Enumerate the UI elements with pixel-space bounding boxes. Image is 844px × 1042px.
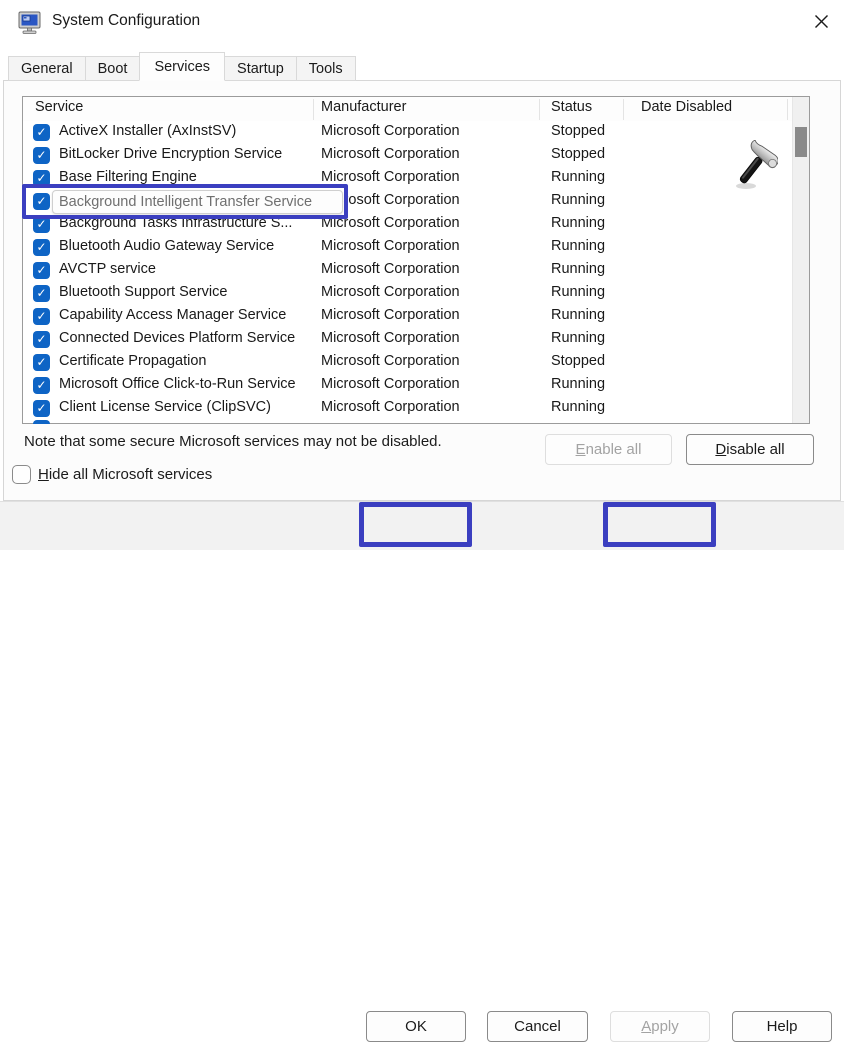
service-name: Connected Devices Platform Service xyxy=(59,330,295,346)
close-x-icon xyxy=(814,14,829,32)
service-manufacturer: Microsoft Corporation xyxy=(321,399,460,415)
tab-general[interactable]: General xyxy=(8,56,86,81)
service-manufacturer: Microsoft Corporation xyxy=(321,376,460,392)
service-name: AVCTP service xyxy=(59,261,156,277)
service-manufacturer: Microsoft Corporation xyxy=(321,307,460,323)
service-row[interactable]: ✓ Capability Access Manager Service Micros… xyxy=(23,305,792,328)
checkbox-box[interactable] xyxy=(12,465,31,484)
title-bar: System Configuration xyxy=(0,0,844,46)
scrollbar-thumb[interactable] xyxy=(795,127,807,157)
disable-all-label: D xyxy=(715,441,726,458)
service-checkbox[interactable]: ✓ xyxy=(33,331,50,348)
tab-services[interactable]: Services xyxy=(139,52,225,81)
service-status: Running xyxy=(551,192,605,208)
hammer-cursor-icon xyxy=(730,140,778,196)
service-status: Running xyxy=(551,330,605,346)
tab-startup[interactable]: Startup xyxy=(224,56,297,81)
service-checkbox[interactable]: ✓ xyxy=(33,377,50,394)
service-status: Stopped xyxy=(551,353,605,369)
service-name-tooltip: Background Intelligent Transfer Service xyxy=(52,190,343,214)
service-checkbox[interactable]: ✓ xyxy=(33,308,50,325)
button-footer: OK Cancel Apply Help xyxy=(0,501,844,550)
service-name: Bluetooth Audio Gateway Service xyxy=(59,238,274,254)
note-text: Note that some secure Microsoft services… xyxy=(24,433,442,450)
close-button[interactable] xyxy=(806,8,836,38)
disable-all-label-rest: isable all xyxy=(726,441,784,458)
service-status: Running xyxy=(551,376,605,392)
service-row[interactable]: ✓ BitLocker Drive Encryption Service Micro… xyxy=(23,144,792,167)
msconfig-app-icon xyxy=(16,9,44,37)
service-manufacturer: Microsoft Corporation xyxy=(321,146,460,162)
service-status: Stopped xyxy=(551,146,605,162)
enable-all-label: E xyxy=(576,441,586,458)
service-status: Running xyxy=(551,261,605,277)
service-row[interactable]: ✓ Background Tasks Infrastructure S... Mic… xyxy=(23,213,792,236)
service-manufacturer: Microsoft Corporation xyxy=(321,330,460,346)
service-status: Running xyxy=(551,169,605,185)
service-row[interactable]: ✓ Connected Devices Platform Service Micro… xyxy=(23,328,792,351)
service-row[interactable]: ✓ AVCTP service Microsoft Corporation Runni… xyxy=(23,259,792,282)
service-status: Running xyxy=(551,284,605,300)
service-checkbox[interactable]: ✓ xyxy=(33,262,50,279)
service-manufacturer: Microsoft Corporation xyxy=(321,169,460,185)
service-row[interactable]: ✓ Microsoft Office Click-to-Run Service Mi… xyxy=(23,374,792,397)
service-status: Running xyxy=(551,307,605,323)
enable-all-button[interactable]: Enable all xyxy=(545,434,672,465)
service-name: Background Tasks Infrastructure S... xyxy=(59,215,292,231)
list-body: ✓ ActiveX Installer (AxInstSV) Microsoft C… xyxy=(23,97,792,423)
service-manufacturer: Microsoft Corporation xyxy=(321,353,460,369)
service-checkbox[interactable]: ✓ xyxy=(33,147,50,164)
service-row[interactable]: ✓ Bluetooth Audio Gateway Service Microsof… xyxy=(23,236,792,259)
service-row[interactable]: ✓ Base Filtering Engine Microsoft Corporat… xyxy=(23,167,792,190)
service-status: Running xyxy=(551,399,605,415)
service-row[interactable]: ✓ Bluetooth Support Service Microsoft Corp… xyxy=(23,282,792,305)
service-manufacturer: Microsoft Corporation xyxy=(321,261,460,277)
hide-checkbox-label: Hide all Microsoft services xyxy=(38,466,212,483)
ok-button[interactable]: OK xyxy=(366,1011,466,1042)
window-title: System Configuration xyxy=(52,12,200,30)
service-name: Client License Service (ClipSVC) xyxy=(59,399,271,415)
service-status: Running xyxy=(551,215,605,231)
service-manufacturer: Microsoft Corporation xyxy=(321,238,460,254)
service-row[interactable]: ✓ Certificate Propagation Microsoft Corpor… xyxy=(23,351,792,374)
service-status: Running xyxy=(551,238,605,254)
tab-tools[interactable]: Tools xyxy=(296,56,356,81)
service-name: Base Filtering Engine xyxy=(59,169,197,185)
service-name: Microsoft Office Click-to-Run Service xyxy=(59,376,296,392)
services-list: ServiceManufacturerStatusDate Disabled ✓… xyxy=(22,96,810,424)
service-checkbox[interactable]: ✓ xyxy=(33,216,50,233)
partial-row-checkbox xyxy=(33,420,50,424)
service-row[interactable]: ✓ Client License Service (ClipSVC) Microso… xyxy=(23,397,792,420)
apply-label-rest: pply xyxy=(651,1018,679,1035)
apply-button[interactable]: Apply xyxy=(610,1011,710,1042)
service-manufacturer: Microsoft Corporation xyxy=(321,215,460,231)
service-row[interactable]: ✓ ActiveX Installer (AxInstSV) Microsoft C… xyxy=(23,121,792,144)
service-checkbox[interactable]: ✓ xyxy=(33,239,50,256)
service-name: Certificate Propagation xyxy=(59,353,207,369)
enable-all-label-rest: nable all xyxy=(586,441,642,458)
service-manufacturer: Microsoft Corporation xyxy=(321,284,460,300)
service-name: BitLocker Drive Encryption Service xyxy=(59,146,282,162)
service-name: Bluetooth Support Service xyxy=(59,284,227,300)
disable-all-button[interactable]: Disable all xyxy=(686,434,814,465)
apply-label: A xyxy=(641,1018,651,1035)
service-status: Stopped xyxy=(551,123,605,139)
service-name: Capability Access Manager Service xyxy=(59,307,286,323)
vertical-scrollbar[interactable] xyxy=(792,97,809,423)
service-checkbox[interactable]: ✓ xyxy=(33,170,50,187)
hide-microsoft-services-checkbox[interactable]: Hide all Microsoft services xyxy=(12,465,212,484)
service-checkbox[interactable]: ✓ xyxy=(33,400,50,417)
service-name: ActiveX Installer (AxInstSV) xyxy=(59,123,236,139)
system-configuration-dialog: System Configuration GeneralBootServices… xyxy=(0,0,844,550)
service-checkbox[interactable]: ✓ xyxy=(33,124,50,141)
tab-boot[interactable]: Boot xyxy=(85,56,141,81)
service-checkbox[interactable]: ✓ xyxy=(33,354,50,371)
service-manufacturer: Microsoft Corporation xyxy=(321,123,460,139)
service-checkbox[interactable]: ✓ xyxy=(33,193,50,210)
tab-bar: GeneralBootServicesStartupTools xyxy=(8,52,355,81)
service-checkbox[interactable]: ✓ xyxy=(33,285,50,302)
cancel-button[interactable]: Cancel xyxy=(487,1011,588,1042)
service-row[interactable]: ✓Background Intelligent Transfer Service… xyxy=(23,190,792,213)
help-button[interactable]: Help xyxy=(732,1011,832,1042)
